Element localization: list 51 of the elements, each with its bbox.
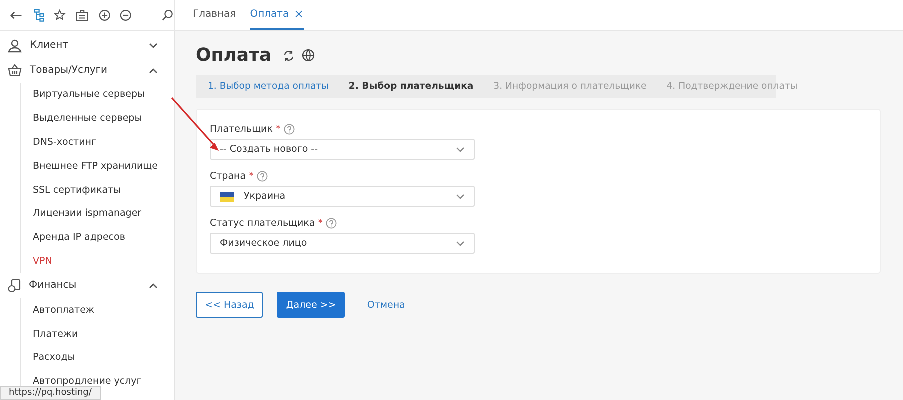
- sidebar-item[interactable]: Внешнее FTP хранилище: [21, 154, 174, 178]
- cancel-link[interactable]: Отмена: [359, 292, 414, 318]
- step-link[interactable]: 1. Выбор метода оплаты: [208, 81, 329, 92]
- refresh-icon[interactable]: [282, 50, 295, 62]
- sidebar-item[interactable]: DNS-хостинг: [21, 130, 174, 154]
- sidebar-item[interactable]: Платежи: [21, 322, 174, 346]
- required-mark: *: [276, 124, 281, 135]
- sidebar-item[interactable]: VPN: [21, 250, 174, 274]
- basket-icon: [8, 64, 22, 77]
- select-field[interactable]: -- Создать нового --: [210, 139, 475, 160]
- select-field[interactable]: Физическое лицо: [210, 233, 475, 254]
- url-tooltip: https://pq.hosting/: [0, 386, 101, 400]
- help-icon[interactable]: [256, 171, 268, 182]
- back-button[interactable]: << Назад: [196, 292, 264, 318]
- chevron-icon: [456, 146, 465, 152]
- tree-icon[interactable]: [32, 8, 44, 22]
- zoom-in-icon[interactable]: [98, 8, 110, 22]
- star-icon[interactable]: [54, 8, 66, 22]
- select-field[interactable]: Украина: [210, 186, 475, 207]
- sidebar-item[interactable]: Аренда IP адресов: [21, 226, 174, 250]
- zoom-out-icon[interactable]: [120, 8, 132, 22]
- chevron-icon: [456, 240, 465, 246]
- sidebar-group[interactable]: Клиент: [0, 33, 174, 58]
- sidebar-item[interactable]: Расходы: [21, 346, 174, 370]
- sidebar-group[interactable]: Товары/Услуги: [0, 58, 174, 83]
- page-title: Оплата: [196, 45, 272, 66]
- required-mark: *: [318, 218, 323, 229]
- sidebar-item[interactable]: Автоплатеж: [21, 298, 174, 322]
- next-button[interactable]: Далее >>: [277, 292, 346, 318]
- tab[interactable]: Оплата ×: [250, 0, 304, 30]
- sidebar-item[interactable]: Лицензии ispmanager: [21, 202, 174, 226]
- user-icon: [8, 38, 22, 52]
- briefcase-icon[interactable]: [76, 8, 89, 22]
- help-icon[interactable]: [284, 124, 295, 135]
- sidebar-item[interactable]: SSL сертификаты: [21, 178, 174, 202]
- sidebar-item[interactable]: Виртуальные серверы: [21, 83, 174, 107]
- coins-icon: [8, 278, 21, 293]
- field-label: Статус плательщика: [210, 218, 316, 229]
- field-label: Страна: [210, 171, 246, 182]
- flag-icon: [220, 192, 234, 202]
- tab[interactable]: Главная: [193, 0, 236, 30]
- field-label: Плательщик: [210, 124, 273, 135]
- close-icon[interactable]: ×: [294, 7, 304, 21]
- globe-icon[interactable]: [302, 49, 315, 62]
- chevron-icon: [456, 194, 465, 200]
- sidebar-item[interactable]: Выделенные серверы: [21, 106, 174, 131]
- sidebar-group[interactable]: Финансы: [0, 273, 174, 298]
- search-icon[interactable]: [162, 8, 174, 22]
- required-mark: *: [249, 171, 254, 182]
- back-icon[interactable]: [10, 9, 23, 21]
- help-icon[interactable]: [326, 218, 337, 229]
